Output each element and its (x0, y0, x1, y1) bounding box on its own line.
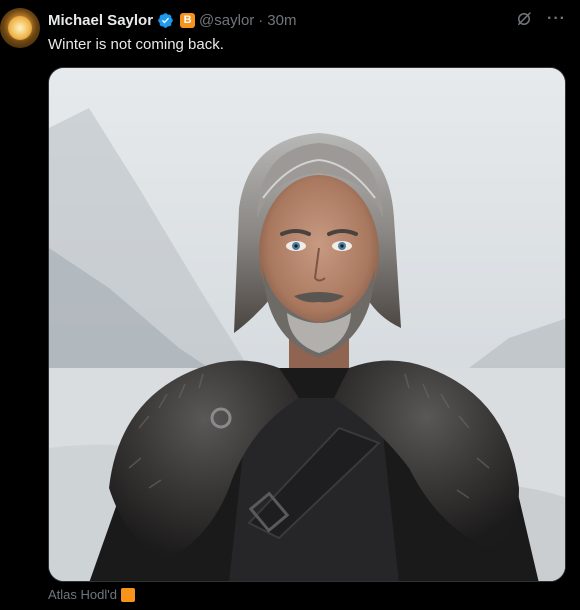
verified-badge-icon (158, 12, 173, 28)
author-name[interactable]: Michael Saylor (48, 12, 153, 29)
timestamp[interactable]: 30m (267, 12, 296, 29)
header-actions: ··· (515, 10, 566, 28)
media-caption-text: Atlas Hodl'd (48, 587, 117, 602)
tweet-image[interactable] (48, 67, 566, 582)
bitcoin-badge-icon: B (180, 12, 196, 28)
author-handle[interactable]: @saylor (199, 12, 254, 29)
separator-dot: · (258, 11, 264, 29)
orange-square-icon (120, 587, 135, 602)
avatar[interactable] (0, 8, 40, 48)
tweet-text: Winter is not coming back. (48, 36, 224, 53)
avatar-sun (8, 16, 32, 40)
tweet-header: Michael Saylor B @saylor · 30m (48, 9, 296, 31)
more-icon[interactable]: ··· (547, 10, 566, 28)
grok-icon[interactable] (515, 10, 533, 28)
media-caption: Atlas Hodl'd (48, 587, 135, 602)
portrait-image (49, 68, 565, 581)
tweet[interactable]: Michael Saylor B @saylor · 30m ··· Winte… (0, 0, 580, 610)
